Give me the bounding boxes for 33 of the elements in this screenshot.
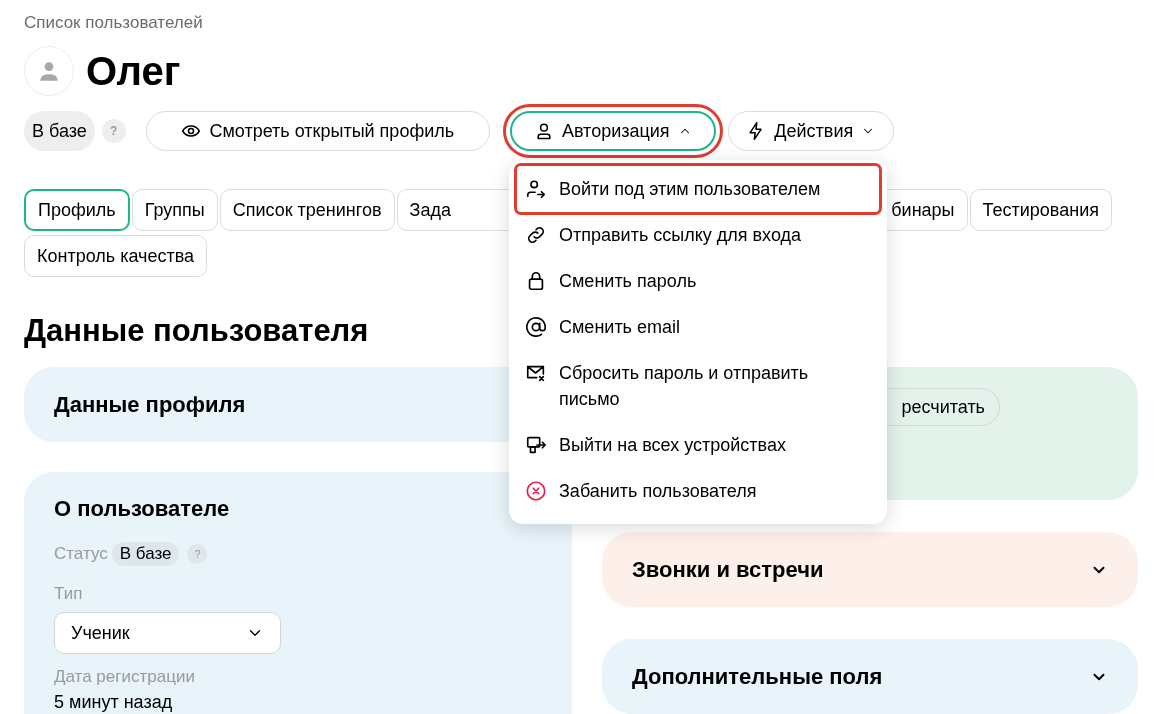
user-name: Олег	[86, 48, 181, 95]
field-label: Дата регистрации	[54, 666, 196, 688]
section-title: Данные пользователя	[24, 312, 369, 350]
person-arrow-icon	[525, 178, 547, 200]
accordion-panel[interactable]: Дополнительные поля	[602, 639, 1138, 714]
menu-item[interactable]: Забанить пользователя	[517, 468, 879, 514]
tab[interactable]: Тестирования	[969, 189, 1112, 231]
card-title: О пользователе	[54, 495, 231, 523]
breadcrumb-link[interactable]: Список пользователей	[24, 12, 1138, 34]
devices-exit-icon	[525, 434, 547, 456]
field-label: Тип	[54, 582, 84, 605]
tab[interactable]: Профиль	[24, 189, 130, 231]
status-badge: В базе	[111, 541, 180, 566]
menu-item[interactable]: Войти под этим пользователем	[517, 166, 879, 212]
field-label: Статус	[54, 543, 108, 565]
cross-circle-icon	[525, 480, 547, 502]
link-icon	[525, 224, 547, 246]
tab[interactable]: Группы	[131, 189, 218, 231]
accordion-panel[interactable]: Звонки и встречи	[602, 532, 1138, 607]
card-title: Данные профиля	[54, 391, 246, 419]
bolt-button[interactable]: Действия	[727, 111, 894, 151]
panel-title: Дополнительные поля	[632, 663, 883, 691]
tab[interactable]: Контроль качества	[24, 235, 208, 277]
view-button[interactable]: Смотреть открытый профиль	[145, 111, 490, 151]
type-select[interactable]: Ученик	[54, 612, 281, 654]
tab[interactable]: Список тренингов	[219, 189, 395, 231]
at-icon	[525, 316, 547, 338]
panel-title: Звонки и встречи	[632, 556, 824, 584]
status-badge: В базе	[24, 111, 95, 151]
menu-item[interactable]: Сменить пароль	[517, 258, 879, 304]
field-value: 5 минут назад	[54, 691, 173, 712]
menu-item[interactable]: Отправить ссылку для входа	[517, 212, 879, 258]
menu-item[interactable]: Сменить email	[517, 304, 879, 350]
